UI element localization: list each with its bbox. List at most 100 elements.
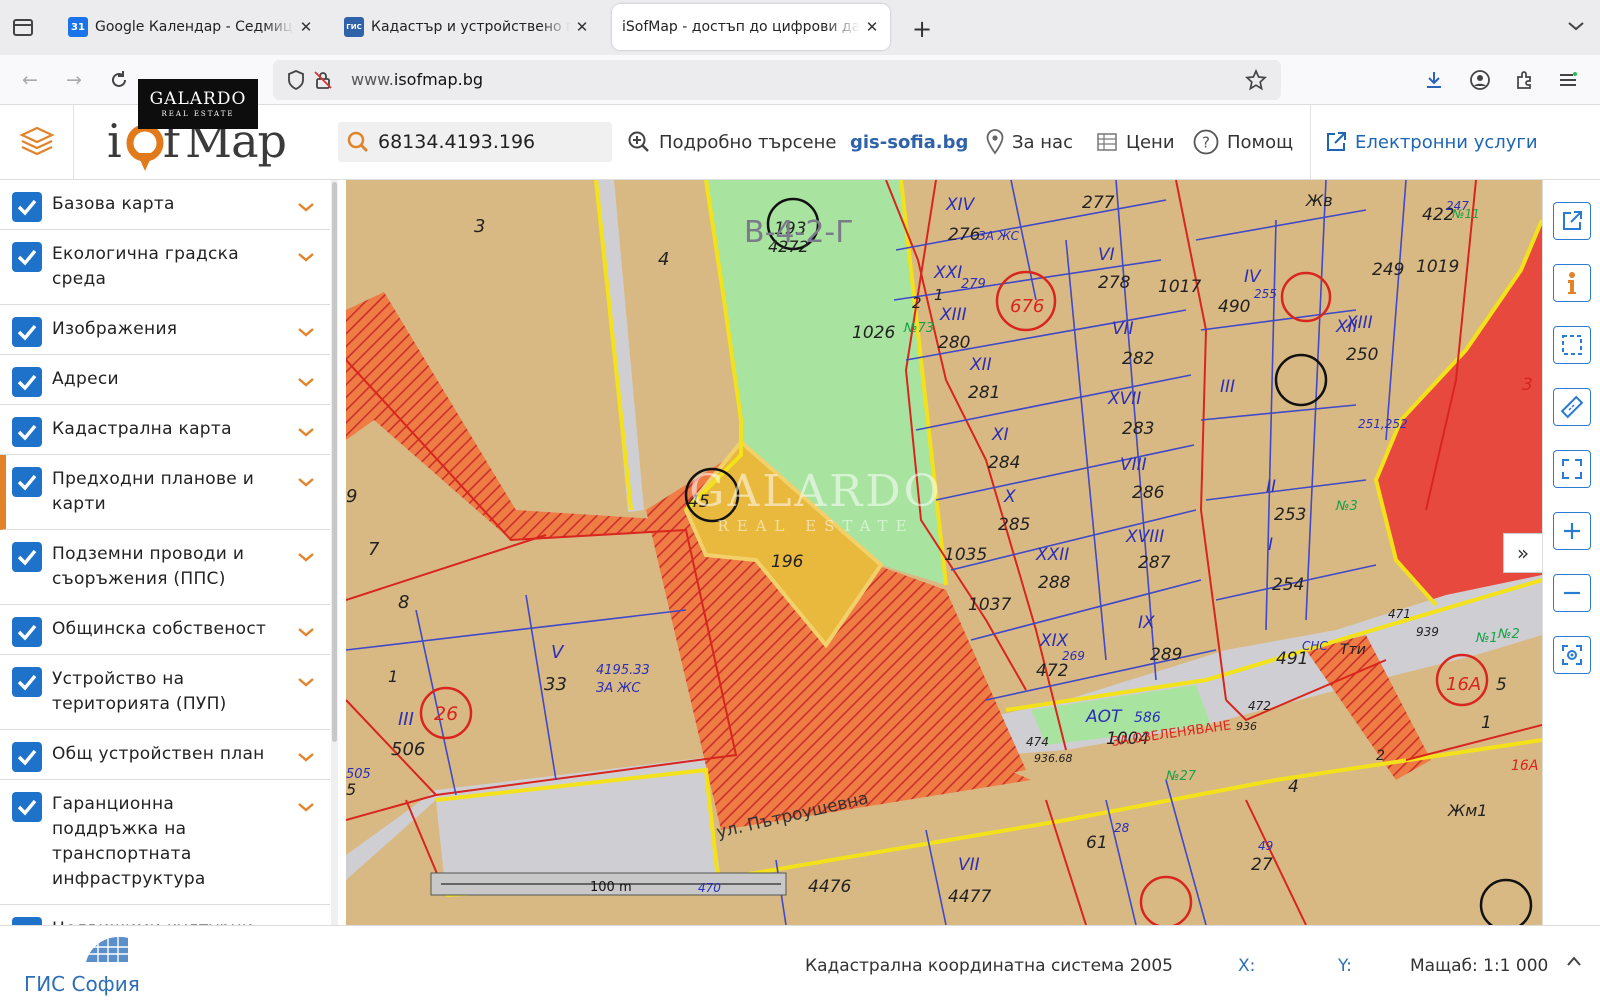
layer-checkbox[interactable]: [12, 742, 42, 772]
locate-icon: [1562, 645, 1582, 665]
map-label: 471: [1388, 607, 1411, 621]
search-icon[interactable]: [347, 131, 369, 157]
map-canvas[interactable]: 3 4 7 8 9 1 5 V 33 4195.33 ЗА ЖС III 506 505 26 1026 №73…: [346, 180, 1542, 925]
layer-item[interactable]: Недвижими културни ценности: [0, 905, 330, 925]
layer-checkbox[interactable]: [12, 792, 42, 822]
shield-icon[interactable]: [287, 70, 305, 94]
layer-checkbox[interactable]: [12, 367, 42, 397]
layer-item[interactable]: Общ устройствен план: [0, 730, 330, 780]
layer-item[interactable]: Подземни проводи и съоръжения (ППС): [0, 530, 330, 605]
locate-button[interactable]: [1553, 636, 1591, 674]
close-tab-icon[interactable]: ✕: [864, 18, 880, 36]
tab-manager-icon[interactable]: [12, 16, 36, 38]
layers-toggle-button[interactable]: [0, 105, 74, 179]
close-tab-icon[interactable]: ✕: [574, 18, 590, 36]
zoom-out-button[interactable]: [1553, 574, 1591, 612]
chevron-down-icon[interactable]: [297, 746, 315, 771]
share-link-button[interactable]: [1553, 202, 1591, 240]
menu-icon[interactable]: [1556, 68, 1580, 92]
external-link-icon: [1563, 211, 1582, 230]
layer-item[interactable]: Адреси: [0, 355, 330, 405]
layer-item[interactable]: Предходни планове и карти: [0, 455, 330, 530]
map-svg[interactable]: 3478915V334195.33ЗА ЖСIII506505261026 №73…: [346, 180, 1542, 925]
zoom-in-button[interactable]: [1553, 512, 1591, 550]
back-button[interactable]: ←: [18, 68, 42, 92]
account-icon[interactable]: [1468, 68, 1492, 92]
tab-cadastre[interactable]: ГИС Кадастър и устройствено планиране ✕: [334, 4, 600, 50]
forward-button[interactable]: →: [62, 68, 86, 92]
select-area-button[interactable]: [1553, 326, 1591, 364]
layer-item[interactable]: Устройство на територията (ПУП): [0, 655, 330, 730]
map-label: 506: [391, 739, 425, 760]
map-label: 4: [1288, 777, 1299, 797]
map-label: 287: [1138, 553, 1171, 573]
layers-icon: [18, 126, 55, 156]
downloads-icon[interactable]: [1422, 68, 1446, 92]
layer-item[interactable]: Изображения: [0, 305, 330, 355]
address-bar[interactable]: www.isofmap.bg: [273, 60, 1281, 100]
fullscreen-button[interactable]: [1553, 450, 1591, 488]
layers-sidebar: Базова карта Екологична градска среда Изоб…: [0, 180, 340, 925]
chevron-down-icon[interactable]: [297, 421, 315, 446]
chevron-down-icon[interactable]: [297, 671, 315, 696]
advanced-search-link[interactable]: Подробно търсене: [627, 127, 836, 157]
layer-checkbox[interactable]: [12, 317, 42, 347]
layer-item[interactable]: Общинска собственост: [0, 605, 330, 655]
layer-checkbox[interactable]: [12, 917, 42, 925]
close-tab-icon[interactable]: ✕: [298, 18, 314, 36]
layer-label: Кадастрална карта: [52, 419, 232, 439]
layer-item[interactable]: Кадастрална карта: [0, 405, 330, 455]
chevron-down-icon[interactable]: [297, 371, 315, 396]
expand-panel-button[interactable]: »: [1503, 533, 1543, 573]
chevron-down-icon[interactable]: [297, 471, 315, 496]
map-label: 276: [948, 225, 981, 245]
chevron-down-icon[interactable]: [297, 321, 315, 346]
map-label: №1: [1475, 631, 1498, 646]
map-label: 4477: [948, 887, 991, 907]
help-icon: ?: [1193, 129, 1219, 155]
layer-checkbox[interactable]: [12, 617, 42, 647]
help-link[interactable]: ? Помощ: [1193, 127, 1293, 157]
reload-button[interactable]: [107, 68, 131, 92]
map-label: XIV: [945, 195, 976, 215]
layer-item[interactable]: Гаранционна поддръжка на транспортната и…: [0, 780, 330, 905]
prices-link[interactable]: Цени: [1096, 127, 1175, 157]
sidebar-scrollbar-thumb[interactable]: [332, 182, 337, 742]
layer-item[interactable]: Базова карта: [0, 180, 330, 230]
layer-checkbox[interactable]: [12, 417, 42, 447]
search-box[interactable]: [338, 122, 612, 162]
insecure-lock-icon[interactable]: [313, 70, 333, 94]
layer-checkbox[interactable]: [12, 242, 42, 272]
gis-sofia-text: ГИС София: [24, 972, 140, 996]
tab-isofmap[interactable]: iSofMap - достъп до цифрови данни ✕: [612, 4, 890, 50]
list-tabs-icon[interactable]: [1567, 17, 1585, 36]
bookmark-star-icon[interactable]: [1245, 68, 1267, 95]
chevron-down-icon[interactable]: [297, 246, 315, 271]
new-tab-button[interactable]: +: [912, 15, 932, 43]
search-input[interactable]: [378, 122, 608, 162]
layer-checkbox[interactable]: [12, 667, 42, 697]
map-label: 280: [938, 333, 970, 353]
tab-google-calendar[interactable]: 31 Google Календар - Седмицата ✕: [58, 4, 324, 50]
chevron-down-icon[interactable]: [297, 546, 315, 571]
extensions-icon[interactable]: [1512, 68, 1536, 92]
gis-building-icon: [86, 934, 128, 962]
sidebar-scrollbar[interactable]: [331, 180, 338, 925]
gis-sofia-link[interactable]: gis-sofia.bg: [850, 127, 968, 157]
about-link[interactable]: За нас: [986, 127, 1073, 157]
map-label: 505: [346, 767, 371, 782]
chevron-down-icon[interactable]: [297, 621, 315, 646]
chevron-up-icon[interactable]: [1566, 952, 1582, 972]
eservices-link[interactable]: Електронни услуги: [1310, 105, 1538, 179]
layer-checkbox[interactable]: [12, 192, 42, 222]
chevron-down-icon[interactable]: [297, 196, 315, 221]
layer-item[interactable]: Екологична градска среда: [0, 230, 330, 305]
layer-checkbox[interactable]: [12, 542, 42, 572]
chevron-down-icon[interactable]: [297, 796, 315, 821]
info-button[interactable]: [1553, 264, 1591, 302]
layer-checkbox[interactable]: [12, 467, 42, 497]
price-list-icon: [1096, 131, 1118, 153]
map-label: 249: [1372, 260, 1404, 280]
map-label: 250: [1346, 345, 1378, 365]
measure-button[interactable]: [1553, 388, 1591, 426]
